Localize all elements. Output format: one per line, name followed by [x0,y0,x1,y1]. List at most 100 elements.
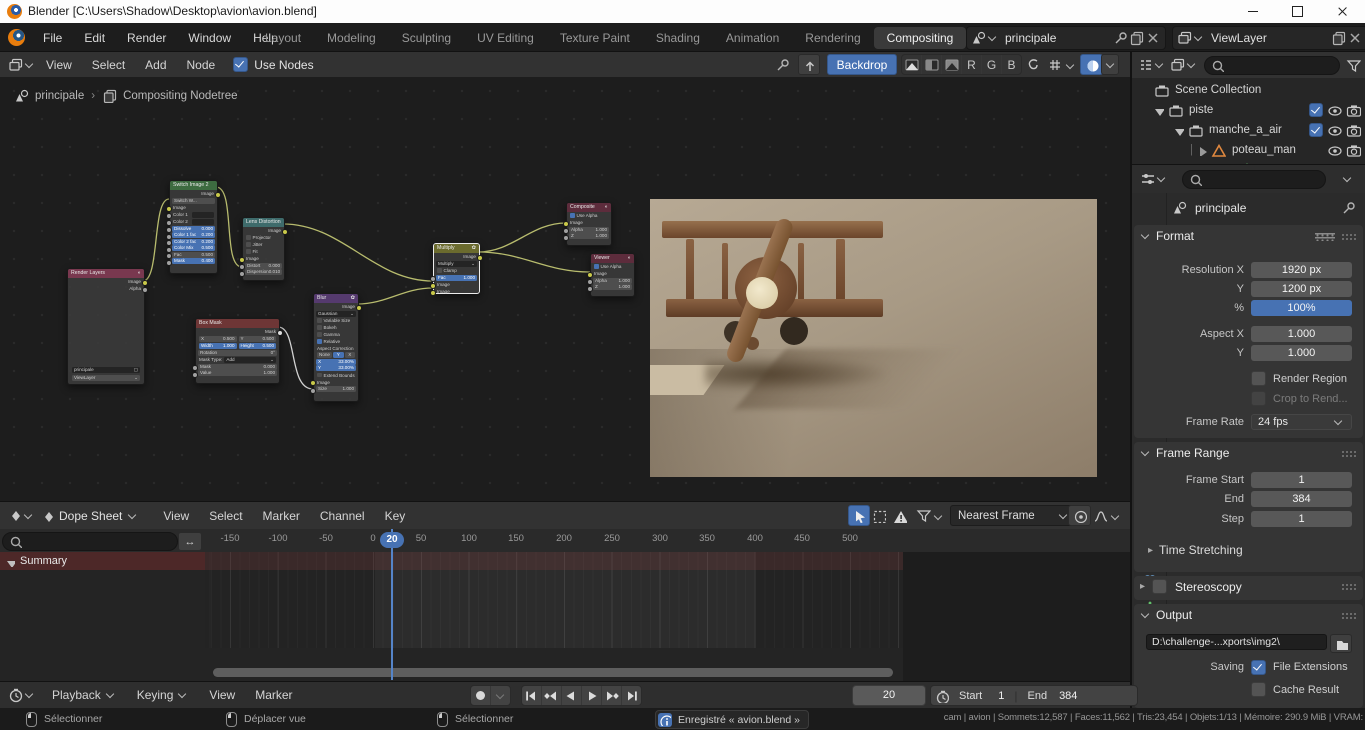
aspect-y-field[interactable]: 1.000 [1251,345,1352,361]
resolution-pct-slider[interactable]: 100% [1251,300,1352,316]
breadcrumb-tree[interactable]: Compositing Nodetree [123,90,237,102]
saved-status-pill[interactable]: Enregistré « avion.blend » [655,710,809,729]
maximize-button[interactable] [1275,0,1320,23]
frame-step-field[interactable]: 1 [1251,511,1352,527]
channel-search-input[interactable] [2,532,178,551]
menu-select[interactable]: Select [82,58,135,72]
eye-icon[interactable] [1327,143,1342,158]
group-name-field[interactable]: Switch W... [172,198,215,204]
editor-type-clock-icon[interactable] [8,687,24,703]
filter-invert-button[interactable]: ↔ [178,532,202,551]
dope-sheet-body[interactable]: Summary [0,552,1130,682]
node-lens-distortion[interactable]: Lens Distortion Image Projector Jitter F… [242,217,285,281]
disclosure-triangle-icon[interactable] [1172,124,1184,136]
disclosure-triangle-icon[interactable] [1152,104,1164,116]
socket-image-out[interactable] [215,192,221,198]
end-value[interactable]: 384 [1059,690,1077,702]
select-tool-button[interactable] [848,505,870,526]
alpha-field[interactable]: Alpha1.000 [593,278,632,284]
fac-slider[interactable]: Fac1.000 [436,275,477,281]
socket-in[interactable] [310,388,316,394]
slider-fac[interactable]: Fac0.500 [172,252,215,258]
parent-node-tree-button[interactable] [798,54,820,75]
camera-icon[interactable] [1346,123,1361,138]
chevron-down-icon[interactable] [1155,60,1163,68]
annotation-icon[interactable] [1025,57,1041,73]
box-select-button[interactable] [869,506,889,525]
backdrop-channel-color-button[interactable] [902,55,922,74]
socket-image-in[interactable] [587,272,593,278]
socket-in[interactable] [166,247,172,253]
chevron-down-icon[interactable] [25,59,33,67]
socket-in[interactable] [166,234,172,240]
aspect-x-field[interactable]: 1.000 [1251,326,1352,342]
overlays-dropdown[interactable] [1101,54,1119,75]
blend-mode-dropdown[interactable]: Multiply⌄ [436,261,477,267]
socket-image-in[interactable] [563,221,569,227]
socket-image-out[interactable] [477,255,483,261]
blur-y-slider[interactable]: Y33.00% [316,365,356,371]
panel-grip-icon[interactable] [1341,612,1357,620]
playhead-line[interactable] [391,529,393,680]
editor-type-icon[interactable] [8,508,23,523]
backdrop-channel-alpha-button[interactable] [942,55,962,74]
jump-to-end-button[interactable] [622,686,641,705]
size-field[interactable]: Size1.000 [316,386,356,392]
blender-menu-icon[interactable] [8,29,25,46]
channel-b-button[interactable]: B [1002,55,1021,74]
menu-node[interactable]: Node [177,58,226,72]
horizontal-scrollbar[interactable] [213,668,893,677]
menu-edit[interactable]: Edit [73,31,116,45]
value-field[interactable]: Value1.000 [198,370,277,376]
filter-icon[interactable] [916,508,931,523]
node-mix-multiply[interactable]: Multiply✿ Image Multiply⌄ Clamp Fac1.000… [433,243,480,294]
filter-id-icon[interactable] [1170,57,1186,73]
chevron-down-icon[interactable] [24,510,32,518]
chevron-down-icon[interactable] [1157,174,1165,182]
auto-key-options[interactable] [491,686,510,705]
format-panel-header[interactable]: Format [1140,229,1194,243]
node-blur[interactable]: Blur✿ Image Gaussian⌄ Variable Size Boke… [313,293,359,402]
pin-icon[interactable] [1341,200,1357,216]
node-render-layers[interactable]: Render Layers◐ Image Alpha principale▢ V… [67,268,145,385]
socket-alpha-out[interactable] [142,287,148,293]
blur-type-dropdown[interactable]: Gaussian⌄ [316,311,356,317]
pin-icon[interactable] [1113,30,1129,46]
camera-icon[interactable] [1346,143,1361,158]
eye-icon[interactable] [1327,123,1342,138]
prev-keyframe-button[interactable] [542,686,562,705]
panel-grip-icon[interactable] [1341,450,1357,458]
breadcrumb-scene[interactable]: principale [35,90,84,102]
close-icon[interactable] [1145,30,1161,46]
channel-r-button[interactable]: R [962,55,982,74]
play-button[interactable] [582,686,602,705]
rotation-field[interactable]: Rotation0° [198,350,277,356]
view-menu[interactable]: View [199,688,245,702]
stopwatch-icon[interactable] [935,689,949,703]
z-field[interactable]: Z1.000 [593,284,632,290]
camera-icon[interactable] [1346,103,1361,118]
editor-type-icon[interactable] [8,57,24,73]
scene-selector[interactable]: principale [966,26,1166,50]
minimize-button[interactable] [1230,0,1275,23]
mode-dropdown[interactable]: Dope Sheet [41,509,139,523]
chevron-down-icon[interactable] [1187,60,1195,68]
frame-range-panel-header[interactable]: Frame Range [1140,446,1229,460]
summary-channel[interactable]: Summary [0,552,205,570]
menu-view[interactable]: View [153,509,199,523]
overlays-toggle[interactable] [1080,54,1103,75]
slider-color1-fac[interactable]: Color 1 fac0.200 [172,232,215,238]
slider-color-mix[interactable]: Color Mix0.500 [172,245,215,251]
tab-animation[interactable]: Animation [713,27,792,49]
only-errors-button[interactable] [890,506,910,525]
z-field[interactable]: Z1.000 [569,233,609,239]
dispersion-field[interactable]: Dispersion0.010 [245,269,282,275]
panel-grip-icon[interactable] [1341,233,1357,241]
menu-key[interactable]: Key [375,509,416,523]
node-box-mask[interactable]: Box Mask Mask X0.500 Y0.500 Width1.000 H… [195,318,280,384]
distort-field[interactable]: Distort0.000 [245,263,282,269]
marker-menu[interactable]: Marker [245,688,302,702]
playback-menu[interactable]: Playback [42,688,127,702]
viewlayer-selector[interactable]: ViewLayer [1172,26,1365,50]
menu-file[interactable]: File [32,31,73,45]
